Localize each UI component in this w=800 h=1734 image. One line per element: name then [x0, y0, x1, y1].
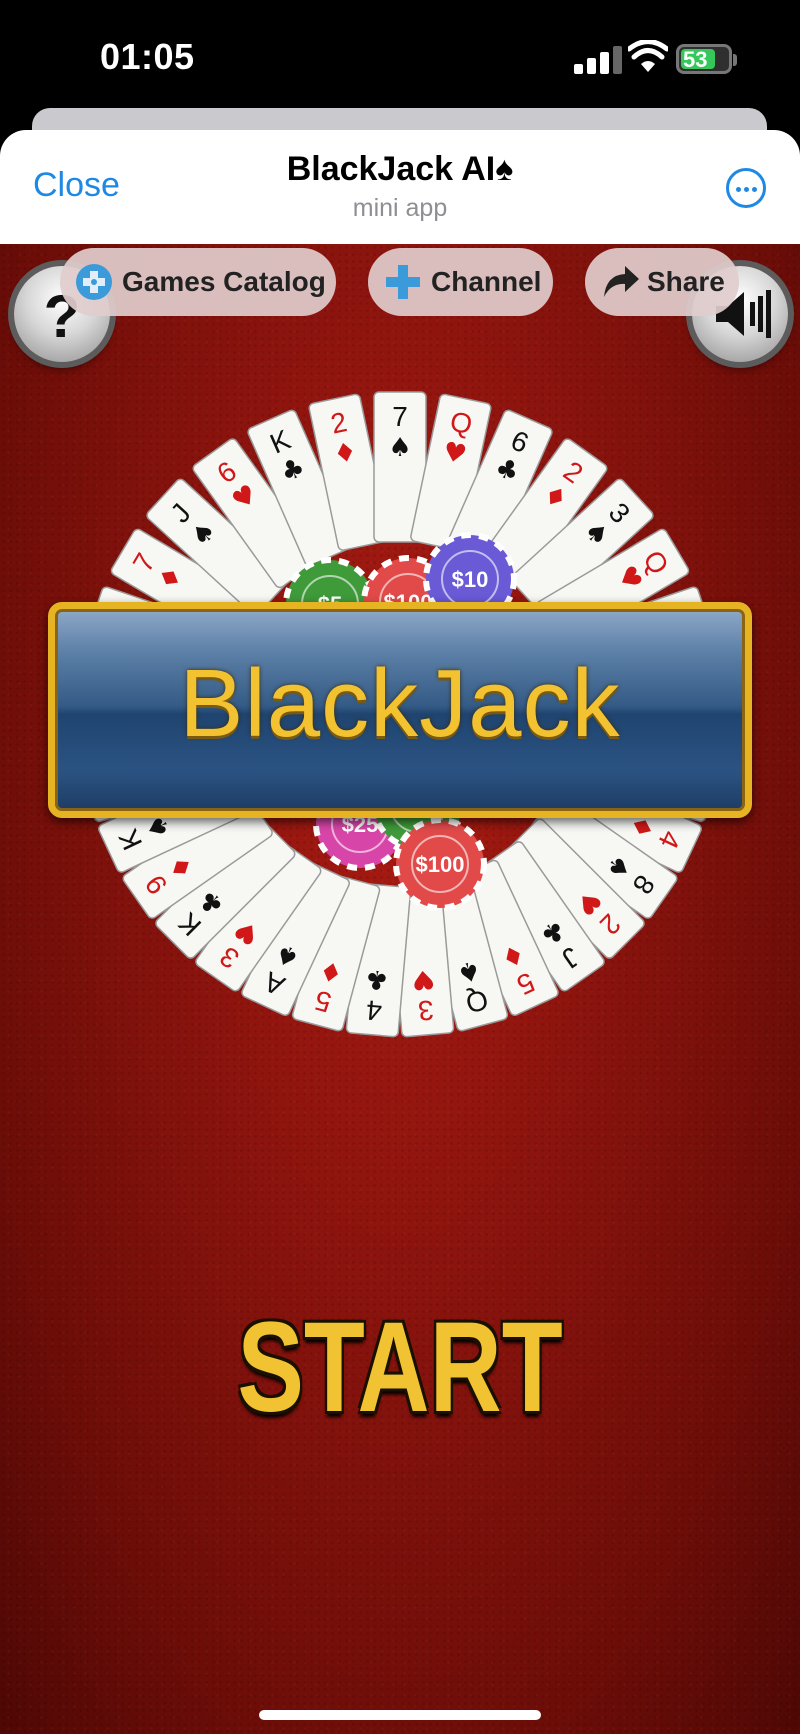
card-rank: 3	[417, 994, 435, 1026]
wifi-icon	[628, 40, 668, 72]
share-arrow-icon	[604, 266, 639, 297]
app-subtitle: mini app	[352, 194, 448, 222]
blackjack-title-banner: BlackJack	[48, 602, 752, 818]
start-button[interactable]: START	[88, 1294, 712, 1441]
gamepad-icon	[76, 264, 112, 300]
home-indicator	[259, 1710, 541, 1720]
channel-label: Channel	[431, 266, 542, 297]
channel-button[interactable]: Channel	[368, 248, 553, 316]
games-catalog-label: Games Catalog	[122, 266, 326, 297]
game-area: ? Games Catalog Channel Share 3♠A♥K♣7♦J♠…	[0, 244, 800, 1734]
games-catalog-button[interactable]: Games Catalog	[60, 248, 336, 316]
card-suit: ♠	[388, 433, 411, 463]
more-options-button[interactable]	[726, 168, 766, 208]
poker-chip: $100	[393, 817, 487, 911]
share-button[interactable]: Share	[585, 248, 739, 316]
card-rank: 7	[392, 401, 408, 432]
banner-title: BlackJack	[179, 650, 621, 757]
chip-value: $100	[416, 852, 465, 877]
card-suit: ♥	[410, 963, 436, 995]
card-rank: 4	[365, 994, 383, 1026]
cellular-signal-icon	[574, 46, 626, 74]
card-suit: ♣	[364, 963, 390, 995]
battery-level: 53	[683, 47, 708, 72]
status-time: 01:05	[100, 36, 195, 77]
app-title: BlackJack AI♠	[286, 150, 514, 188]
battery-icon: 53	[676, 44, 732, 74]
mini-app-header: Close BlackJack AI♠ mini app	[0, 130, 800, 244]
share-label: Share	[647, 266, 725, 297]
status-bar: 01:05 53	[0, 0, 800, 110]
chip-value: $10	[452, 567, 489, 592]
plus-cross-icon	[386, 265, 420, 299]
